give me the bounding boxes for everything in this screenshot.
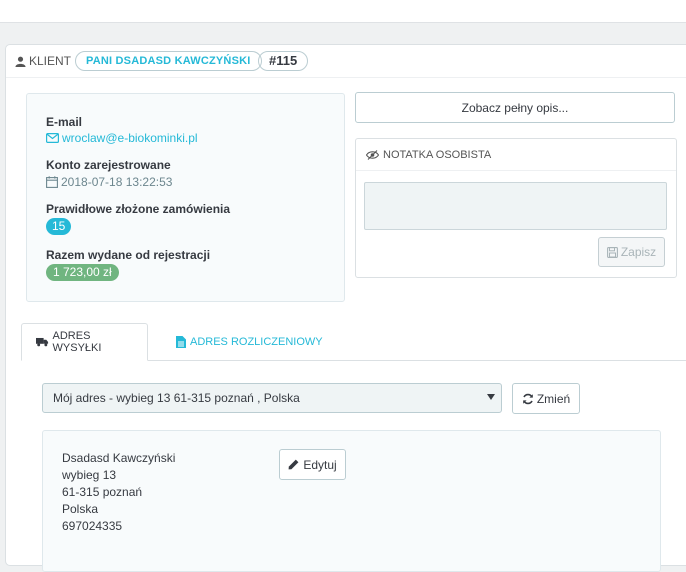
panel-header: KLIENT PANI DSADASD KAWCZYŃSKI #115 — [6, 45, 686, 78]
spent-amount-badge: 1 723,00 zł — [46, 264, 119, 281]
private-note-panel: NOTATKA OSOBISTA Zapisz — [355, 138, 677, 278]
address-select-value: Mój adres - wybieg 13 61-315 poznań , Po… — [53, 391, 300, 405]
orders-count-badge: 15 — [46, 218, 72, 235]
address-phone: 697024335 — [62, 519, 123, 533]
email-label: E-mail — [46, 115, 83, 129]
change-address-button[interactable]: Zmień — [512, 383, 580, 414]
address-city: 61-315 poznań — [62, 485, 143, 499]
note-title: NOTATKA OSOBISTA — [383, 149, 492, 161]
client-heading: KLIENT — [15, 54, 71, 68]
eye-slash-icon — [366, 150, 379, 160]
customer-name-badge[interactable]: PANI DSADASD KAWCZYŃSKI — [75, 51, 262, 71]
refresh-icon — [523, 393, 533, 404]
envelope-icon — [46, 133, 59, 143]
address-name: Dsadasd Kawczyński — [62, 451, 176, 465]
save-note-label: Zapisz — [620, 245, 657, 259]
spent-label: Razem wydane od rejestracji — [46, 248, 211, 262]
tab-shipping-label: ADRES WYSYŁKI — [52, 330, 102, 354]
tab-billing-label: ADRES ROZLICZENIOWY — [190, 335, 323, 348]
caret-down-icon — [487, 394, 495, 400]
address-card: Dsadasd Kawczyński wybieg 13 61-315 pozn… — [42, 430, 661, 572]
address-street: wybieg 13 — [62, 468, 117, 482]
customer-id-badge: #115 — [258, 51, 309, 71]
note-heading: NOTATKA OSOBISTA — [366, 149, 491, 161]
private-note-textarea[interactable] — [364, 182, 667, 230]
save-note-button[interactable]: Zapisz — [598, 237, 665, 267]
file-text-icon — [176, 335, 186, 348]
note-divider — [356, 170, 676, 171]
floppy-disk-icon — [606, 246, 618, 258]
change-address-label: Zmień — [536, 391, 571, 406]
truck-icon — [36, 337, 49, 347]
tab-billing-address[interactable]: ADRES ROZLICZENIOWY — [162, 323, 337, 360]
top-bar — [0, 0, 686, 23]
registered-row: 2018-07-18 13:22:53 — [46, 175, 172, 189]
customer-info-box: E-mail wroclaw@e-biokominki.pl Konto zar… — [26, 93, 345, 302]
user-icon — [15, 56, 26, 67]
orders-label: Prawidłowe złożone zamówienia — [46, 202, 231, 216]
registered-label: Konto zarejestrowane — [46, 158, 171, 172]
email-link[interactable]: wroclaw@e-biokominki.pl — [62, 131, 198, 145]
tab-shipping-address[interactable]: ADRES WYSYŁKI — [21, 323, 148, 361]
pencil-icon — [288, 459, 299, 470]
view-full-description-button[interactable]: Zobacz pełny opis... — [355, 92, 675, 123]
client-label: KLIENT — [29, 54, 72, 68]
edit-address-button[interactable]: Edytuj — [279, 449, 346, 480]
edit-address-label: Edytuj — [303, 457, 337, 472]
address-select[interactable]: Mój adres - wybieg 13 61-315 poznań , Po… — [42, 383, 502, 413]
email-row: wroclaw@e-biokominki.pl — [46, 131, 198, 145]
registered-date: 2018-07-18 13:22:53 — [61, 175, 173, 189]
calendar-icon — [46, 176, 58, 188]
address-country: Polska — [62, 502, 99, 516]
customer-panel: KLIENT PANI DSADASD KAWCZYŃSKI #115 E-ma… — [5, 44, 686, 572]
